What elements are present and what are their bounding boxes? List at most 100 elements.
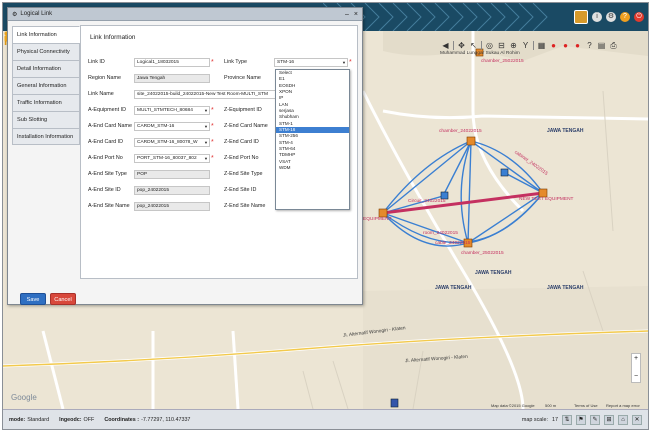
link-id-input[interactable]: Logical1_18032015 <box>134 57 210 67</box>
route-icon[interactable]: Y <box>521 41 530 50</box>
field-row: A-End Site ID pop_24022015 <box>88 184 210 196</box>
user-avatar[interactable] <box>574 10 588 24</box>
field-row: A-End Card ID CARDM_STM-16_80078_W * <box>88 136 214 148</box>
pan-icon[interactable]: ✥ <box>457 41 466 50</box>
a-end-port-no-select[interactable]: PORT_STM-16_80037_802 <box>134 153 210 163</box>
alert-icon[interactable]: ● <box>573 41 582 50</box>
status-tool-icon[interactable]: ⊞ <box>604 414 614 425</box>
status-tool-icon[interactable]: ✕ <box>632 414 642 425</box>
close-icon[interactable]: × <box>354 11 358 18</box>
zoom-in-button[interactable]: + <box>634 354 638 364</box>
terms-link[interactable]: Terms of Use <box>574 403 598 408</box>
print-icon[interactable]: ⎙ <box>609 41 618 50</box>
a-end-site-id-field: pop_24022015 <box>134 185 210 195</box>
dialog-title: Logical Link <box>20 11 53 17</box>
field-row: A-End Site Name pop_24022015 <box>88 200 210 212</box>
map-scale-label: map scale: <box>521 416 548 423</box>
tab-traffic-information[interactable]: Traffic Information <box>12 94 80 111</box>
field-label: Province Name <box>224 75 261 81</box>
field-row: A-End Site Type POP <box>88 168 210 180</box>
dropdown-option[interactable]: WDM <box>276 165 349 171</box>
globe-icon[interactable]: ◎ <box>485 41 494 50</box>
field-row: Z-Equipment ID <box>224 104 274 116</box>
tab-installation-information[interactable]: Installation Information <box>12 128 80 145</box>
google-logo: Google <box>11 393 37 402</box>
required-marker: * <box>211 154 214 162</box>
field-label: Z-End Port No <box>224 155 259 161</box>
a-end-site-name-field: pop_24022015 <box>134 201 210 211</box>
status-tool-icon[interactable]: ⇅ <box>562 414 572 425</box>
help-icon[interactable]: ? <box>585 41 594 50</box>
record-icon[interactable]: ● <box>549 41 558 50</box>
cancel-button[interactable]: Cancel <box>50 293 76 305</box>
tab-sub-slotting[interactable]: Sub Slotting <box>12 111 80 128</box>
target-icon[interactable]: ⊕ <box>509 41 518 50</box>
grid-icon[interactable]: ▦ <box>537 41 546 50</box>
a-end-card-id-select[interactable]: CARDM_STM-16_80078_W <box>134 137 210 147</box>
map-scale-value: 17 <box>552 416 558 423</box>
field-label: A-End Card Name <box>88 123 133 129</box>
user-area: i ⚙ ? ⏻ <box>574 8 644 26</box>
dialog-icon: ⚙ <box>12 11 18 18</box>
field-row: Link Type STM-16 * <box>224 56 352 68</box>
tab-list: Link Information Physical Connectivity D… <box>12 26 80 145</box>
site-label: NEW TEST EQUIPMENT <box>519 197 574 202</box>
site-marker <box>466 136 476 146</box>
ingeodc-value: OFF <box>83 416 95 423</box>
site-label: Circuit_24022015 <box>408 199 446 204</box>
tab-physical-connectivity[interactable]: Physical Connectivity <box>12 43 80 60</box>
settings-icon[interactable]: ⚙ <box>606 12 616 22</box>
status-tool-icon[interactable]: ✎ <box>590 414 600 425</box>
site-marker <box>378 208 388 218</box>
field-label: Region Name <box>88 75 121 81</box>
zoom-out-button[interactable]: − <box>634 372 638 382</box>
site-label: chamber_25022015 <box>461 251 504 256</box>
map-toolbar: ◀ ✥ ↖ ◎ ⊟ ⊕ Y ▦ ● ● ● ? ▤ ⎙ <box>441 38 645 52</box>
site-marker <box>390 398 399 408</box>
field-row: Region Name Jawa Tengah <box>88 72 210 84</box>
status-tool-icon[interactable]: ⌂ <box>618 414 628 425</box>
field-label: Link ID <box>88 59 105 65</box>
coordinates-label: Coordinates : <box>104 416 140 423</box>
power-icon[interactable]: ⏻ <box>634 12 644 22</box>
region-label: JAWA TENGAH <box>547 128 584 134</box>
field-row: Z-End Site ID <box>224 184 274 196</box>
field-label: A-End Port No <box>88 155 123 161</box>
save-button[interactable]: Save <box>20 293 46 305</box>
status-tool-icon[interactable]: ⚑ <box>576 414 586 425</box>
link-name-input[interactable]: site_24022015-build_24022015-New Test Ro… <box>134 89 276 99</box>
field-row: Z-End Card ID <box>224 136 274 148</box>
tab-general-information[interactable]: General Information <box>12 77 80 94</box>
site-label: chamber_24022015 <box>439 129 482 134</box>
a-end-card-name-select[interactable]: CARDM_STM-16 <box>134 121 210 131</box>
site-label: EQUIPMENT <box>363 217 392 222</box>
dialog-titlebar[interactable]: ⚙ Logical Link – × <box>8 8 362 21</box>
a-end-site-type-field: POP <box>134 169 210 179</box>
logical-link-dialog: ⚙ Logical Link – × Link Information Phys… <box>7 7 363 305</box>
select-icon[interactable]: ↖ <box>469 41 478 50</box>
site-marker <box>538 188 548 198</box>
field-row: Link ID Logical1_18032015 * <box>88 56 214 68</box>
required-marker: * <box>211 122 214 130</box>
tab-link-information[interactable]: Link Information <box>12 26 80 43</box>
help-icon[interactable]: ? <box>620 12 630 22</box>
a-equipment-id-select[interactable]: MULTI_STMTECH_80684 <box>134 105 210 115</box>
field-row: Province Name <box>224 72 274 84</box>
tab-detail-information[interactable]: Detail Information <box>12 60 80 77</box>
coordinates-value: -7.77297, 110.47337 <box>141 416 191 423</box>
back-arrow-icon[interactable]: ◀ <box>441 41 450 50</box>
link-type-select[interactable]: STM-16 <box>274 57 348 67</box>
field-row: Z-End Card Name <box>224 120 274 132</box>
user-info-icon[interactable]: i <box>592 12 602 22</box>
site-label: chamber_25022015 <box>481 59 524 64</box>
layers-icon[interactable]: ⊟ <box>497 41 506 50</box>
field-row: A-Equipment ID MULTI_STMTECH_80684 * <box>88 104 214 116</box>
link-type-dropdown[interactable]: Select E1 EOSDH XPON IP LAN serjasa Shub… <box>275 69 350 210</box>
field-row: A-End Card Name CARDM_STM-16 * <box>88 120 214 132</box>
site-label: cable_24022015 <box>435 241 471 246</box>
report-error-link[interactable]: Report a map error <box>606 403 640 408</box>
field-label: A-End Site Type <box>88 171 127 177</box>
table-icon[interactable]: ▤ <box>597 41 606 50</box>
stop-icon[interactable]: ● <box>561 41 570 50</box>
minimize-icon[interactable]: – <box>345 11 349 18</box>
